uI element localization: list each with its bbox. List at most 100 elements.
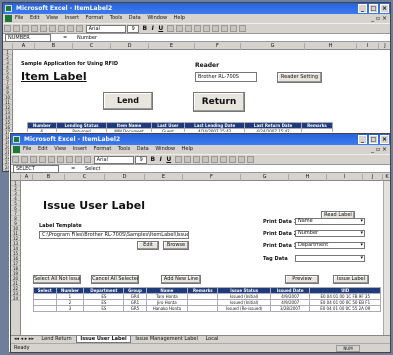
col-header-j[interactable]: J bbox=[363, 174, 383, 181]
tab-issue-user-label[interactable]: Issue User Label bbox=[76, 336, 131, 343]
template-path-input[interactable]: C:\Program Files\Brother RL-700S\Samples… bbox=[39, 231, 189, 239]
cell-uid[interactable]: E0 04 01 00 1C FB 9F 35 bbox=[309, 293, 381, 300]
menu-view[interactable]: View bbox=[54, 146, 66, 152]
front-excel-window[interactable]: Microsoft Excel - ItemLabel2 _ □ × File … bbox=[10, 133, 391, 353]
name-box[interactable]: NUMBER bbox=[5, 34, 51, 42]
font-color-icon[interactable] bbox=[247, 156, 255, 163]
maximize-icon[interactable]: □ bbox=[369, 4, 378, 13]
col-header-b[interactable]: B bbox=[33, 174, 65, 181]
cell-issued-date[interactable]: 3/28/2007 bbox=[269, 305, 311, 312]
menu-tools[interactable]: Tools bbox=[110, 15, 122, 21]
percent-icon[interactable] bbox=[220, 156, 228, 163]
currency-icon[interactable] bbox=[203, 25, 211, 32]
menu-help[interactable]: Help bbox=[182, 146, 193, 152]
align-center-icon[interactable] bbox=[176, 25, 184, 32]
cell-group[interactable]: GR5 bbox=[123, 305, 147, 312]
font-color-icon[interactable] bbox=[239, 25, 247, 32]
align-left-icon[interactable] bbox=[175, 156, 183, 163]
borders-icon[interactable] bbox=[221, 25, 229, 32]
menu-file[interactable]: File bbox=[23, 146, 31, 152]
col-header-e[interactable]: E bbox=[149, 43, 195, 50]
back-title-bar[interactable]: Microsoft Excel - ItemLabel2 _ □ × bbox=[3, 3, 390, 14]
col-header-a[interactable]: A bbox=[13, 43, 35, 50]
undo-icon[interactable] bbox=[49, 25, 56, 32]
col-header-f[interactable]: F bbox=[183, 174, 241, 181]
menu-data[interactable]: Data bbox=[137, 146, 149, 152]
lend-button[interactable]: Lend bbox=[103, 92, 153, 110]
name-box[interactable]: SELECT bbox=[13, 165, 59, 173]
workbook-controls-icon[interactable]: _ ▫ × bbox=[371, 14, 387, 23]
reader-select[interactable]: Brother RL-700S bbox=[195, 72, 257, 82]
chart-icon[interactable] bbox=[75, 156, 82, 163]
row-header[interactable]: 24 bbox=[11, 296, 20, 301]
tab-lend-return[interactable]: Lend Return bbox=[38, 336, 74, 343]
vertical-scrollbar[interactable] bbox=[383, 181, 390, 335]
formula-input[interactable]: Select bbox=[85, 165, 100, 173]
undo-icon[interactable] bbox=[57, 156, 64, 163]
menu-view[interactable]: View bbox=[46, 15, 58, 21]
col-header-c[interactable]: C bbox=[73, 43, 111, 50]
cell-select[interactable] bbox=[33, 305, 57, 312]
cell-uid[interactable]: E0 04 01 00 0C 55 2A 09 bbox=[309, 305, 381, 312]
select-all-corner[interactable] bbox=[3, 43, 13, 50]
align-center-icon[interactable] bbox=[184, 156, 192, 163]
print-data-1-select[interactable]: Name bbox=[295, 218, 365, 225]
col-header-i[interactable]: I bbox=[327, 174, 363, 181]
merge-icon[interactable] bbox=[202, 156, 210, 163]
menu-help[interactable]: Help bbox=[174, 15, 185, 21]
cell-number[interactable]: 3 bbox=[55, 305, 85, 312]
minimize-icon[interactable]: _ bbox=[358, 135, 367, 144]
col-header-f[interactable]: F bbox=[195, 43, 241, 50]
formula-input[interactable]: Number bbox=[77, 34, 97, 42]
align-right-icon[interactable] bbox=[193, 156, 201, 163]
menu-format[interactable]: Format bbox=[86, 15, 104, 21]
menu-format[interactable]: Format bbox=[94, 146, 112, 152]
tab-issue-management-label[interactable]: Issue Management Label bbox=[132, 336, 201, 343]
front-sheet[interactable]: Issue User Label Read Label Label Templa… bbox=[21, 181, 383, 335]
cell-name[interactable]: Hanako Honta bbox=[145, 305, 189, 312]
menu-file[interactable]: File bbox=[15, 15, 23, 21]
col-header-g[interactable]: G bbox=[241, 174, 289, 181]
new-icon[interactable] bbox=[4, 25, 11, 32]
preview-button[interactable]: Preview bbox=[285, 275, 319, 284]
print-icon[interactable] bbox=[31, 25, 38, 32]
table-row[interactable]: 3 ES GR5 Hanako Honta Issued (Re-issued)… bbox=[33, 305, 381, 312]
menu-tools[interactable]: Tools bbox=[118, 146, 130, 152]
help-icon[interactable] bbox=[76, 25, 83, 32]
add-new-line-button[interactable]: Add New Line bbox=[161, 275, 201, 284]
tag-data-select[interactable] bbox=[295, 255, 365, 262]
col-header-j[interactable]: J bbox=[379, 43, 390, 50]
save-icon[interactable] bbox=[22, 25, 29, 32]
browse-button[interactable]: Browse bbox=[163, 241, 189, 250]
col-header-h[interactable]: H bbox=[289, 174, 327, 181]
cell-issue-status[interactable]: Issued (Re-issued) bbox=[217, 305, 271, 312]
align-left-icon[interactable] bbox=[167, 25, 175, 32]
preview-icon[interactable] bbox=[48, 156, 55, 163]
cell-department[interactable]: ES bbox=[83, 305, 125, 312]
menu-edit[interactable]: Edit bbox=[38, 146, 48, 152]
font-size-select[interactable]: 9 bbox=[127, 25, 140, 33]
currency-icon[interactable] bbox=[211, 156, 219, 163]
font-select[interactable]: Arial bbox=[85, 25, 126, 33]
print-data-3-select[interactable]: Department bbox=[295, 242, 365, 249]
col-header-c[interactable]: C bbox=[65, 174, 105, 181]
sum-icon[interactable] bbox=[58, 25, 65, 32]
edit-button[interactable]: Edit bbox=[137, 241, 159, 250]
font-select[interactable]: Arial bbox=[93, 156, 134, 164]
merge-icon[interactable] bbox=[194, 25, 202, 32]
percent-icon[interactable] bbox=[212, 25, 220, 32]
menu-window[interactable]: Window bbox=[155, 146, 175, 152]
sum-icon[interactable] bbox=[66, 156, 73, 163]
font-size-select[interactable]: 9 bbox=[135, 156, 148, 164]
tab-nav-arrows-icon[interactable]: ◂◂ ◂ ▸ ▸▸ bbox=[11, 336, 37, 343]
return-button[interactable]: Return bbox=[193, 92, 245, 112]
col-header-a[interactable]: A bbox=[21, 174, 33, 181]
chart-icon[interactable] bbox=[67, 25, 74, 32]
minimize-icon[interactable]: _ bbox=[358, 4, 367, 13]
open-icon[interactable] bbox=[21, 156, 28, 163]
col-header-b[interactable]: B bbox=[35, 43, 73, 50]
issue-label-button[interactable]: Issue Label bbox=[333, 275, 369, 284]
cancel-all-selected-button[interactable]: Cancel All Selected bbox=[91, 275, 139, 284]
preview-icon[interactable] bbox=[40, 25, 47, 32]
reader-setting-button[interactable]: Reader Setting bbox=[277, 72, 322, 83]
